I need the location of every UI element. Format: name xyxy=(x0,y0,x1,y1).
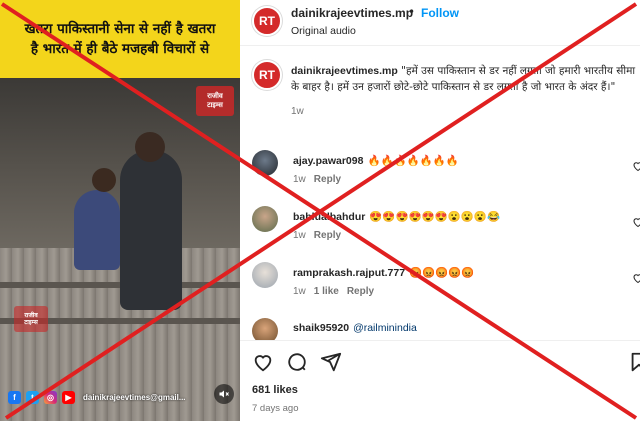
speaker-muted-icon xyxy=(219,390,229,398)
comment-meta: 1w Reply xyxy=(293,174,341,185)
caption-time[interactable]: 1w xyxy=(291,106,304,117)
video-player[interactable]: खतरा पाकिस्तानी सेना से नहीं है खतरा है … xyxy=(0,0,240,421)
comment-text: shaik95920 @railminindia xyxy=(293,322,417,334)
video-footer: f t ◎ ▶ dainikrajeevtimes@gmail... xyxy=(0,382,240,412)
rt-logo-icon: RT xyxy=(259,68,275,82)
comment-mention[interactable]: @railminindia xyxy=(353,322,417,334)
child-head xyxy=(92,168,116,192)
watermark-text: राजीव xyxy=(207,92,223,101)
header-username[interactable]: dainikrajeevtimes.mp xyxy=(291,6,413,20)
heart-icon[interactable] xyxy=(252,351,274,373)
comment-meta: 1w Reply xyxy=(293,230,341,241)
comment-content: 🔥🔥🔥🔥🔥🔥🔥 xyxy=(367,155,459,167)
follow-button[interactable]: Follow xyxy=(421,6,459,20)
reply-button[interactable]: Reply xyxy=(314,174,341,185)
comment-item: ajay.pawar098 🔥🔥🔥🔥🔥🔥🔥 1w Reply xyxy=(240,150,640,200)
instagram-icon: ◎ xyxy=(44,390,57,404)
audio-label[interactable]: Original audio xyxy=(291,25,356,37)
footer-email: dainikrajeevtimes@gmail... xyxy=(83,392,186,402)
like-comment-heart-icon[interactable] xyxy=(632,272,640,284)
share-icon[interactable] xyxy=(320,351,342,373)
likes-count[interactable]: 681 likes xyxy=(252,384,298,396)
banner-line-1: खतरा पाकिस्तानी सेना से नहीं है खतरा xyxy=(24,20,216,37)
youtube-icon: ▶ xyxy=(62,390,75,404)
comment-item: ramprakash.rajput.777 😡😡😡😡😡 1w 1 like Reply xyxy=(240,262,640,312)
comment-item: shaik95920 @railminindia xyxy=(240,318,640,340)
post-header: RT dainikrajeevtimes.mp • Follow Origina… xyxy=(240,0,640,46)
account-avatar[interactable]: RT xyxy=(252,6,282,36)
like-comment-heart-icon[interactable] xyxy=(632,160,640,172)
twitter-icon: t xyxy=(26,390,39,404)
comment-text: ramprakash.rajput.777 😡😡😡😡😡 xyxy=(293,266,474,279)
comment-text: bablualbahdur 😍😍😍😍😍😍😮😮😮😂 xyxy=(293,210,500,223)
comment-meta: 1w 1 like Reply xyxy=(293,286,374,297)
comment-content: 😡😡😡😡😡 xyxy=(409,267,475,279)
avatar[interactable] xyxy=(252,150,278,176)
caption-username[interactable]: dainikrajeevtimes.mp xyxy=(291,65,398,77)
child-figure xyxy=(74,190,120,270)
watermark-text: टाइम्स xyxy=(24,319,38,326)
watermark-text: टाइम्स xyxy=(207,101,223,109)
comment-time[interactable]: 1w xyxy=(293,286,306,297)
mute-button[interactable] xyxy=(214,384,234,404)
avatar[interactable] xyxy=(252,206,278,232)
caption-avatar[interactable]: RT xyxy=(252,60,282,90)
watermark-badge: राजीव टाइम्स xyxy=(196,86,234,116)
banner-line-2: है भारत में ही बैठे मजहबी विचारों से xyxy=(30,41,210,57)
reply-button[interactable]: Reply xyxy=(347,286,374,297)
comment-likes[interactable]: 1 like xyxy=(314,286,339,297)
separator-dot: • xyxy=(408,5,416,19)
child-head xyxy=(135,132,165,162)
watermark-small: राजीव टाइम्स xyxy=(14,306,48,332)
bookmark-icon[interactable] xyxy=(628,351,640,373)
comment-item: bablualbahdur 😍😍😍😍😍😍😮😮😮😂 1w Reply xyxy=(240,206,640,256)
comment-text: ajay.pawar098 🔥🔥🔥🔥🔥🔥🔥 xyxy=(293,154,459,167)
comment-username[interactable]: ramprakash.rajput.777 xyxy=(293,267,405,279)
child-figure xyxy=(120,150,182,310)
post-panel: RT dainikrajeevtimes.mp • Follow Origina… xyxy=(240,0,640,421)
caption-text: dainikrajeevtimes.mp "हमें उस पाकिस्तान … xyxy=(291,63,636,120)
comment-icon[interactable] xyxy=(286,351,308,373)
comment-username[interactable]: bablualbahdur xyxy=(293,211,365,223)
watermark-text: राजीव xyxy=(24,311,38,319)
avatar[interactable] xyxy=(252,262,278,288)
comment-content: 😍😍😍😍😍😍😮😮😮😂 xyxy=(369,211,501,223)
post-age[interactable]: 7 days ago xyxy=(252,403,298,414)
comment-time[interactable]: 1w xyxy=(293,174,306,185)
action-bar xyxy=(240,340,640,376)
rt-logo-icon: RT xyxy=(259,14,275,28)
video-banner: खतरा पाकिस्तानी सेना से नहीं है खतरा है … xyxy=(0,0,240,78)
reply-button[interactable]: Reply xyxy=(314,230,341,241)
comment-username[interactable]: shaik95920 xyxy=(293,322,349,334)
like-comment-heart-icon[interactable] xyxy=(632,216,640,228)
avatar[interactable] xyxy=(252,318,278,340)
facebook-icon: f xyxy=(8,390,21,404)
comment-username[interactable]: ajay.pawar098 xyxy=(293,155,363,167)
comment-time[interactable]: 1w xyxy=(293,230,306,241)
